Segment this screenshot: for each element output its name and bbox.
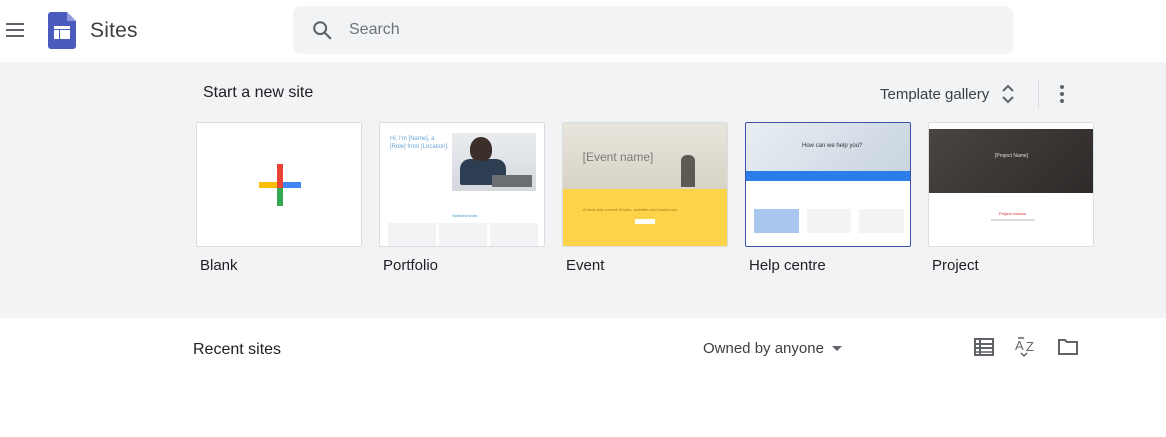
thumbnail-headline: Hi, I'm [Name], a [Role] from [Location]… (390, 136, 449, 150)
template-name[interactable]: Event (566, 257, 604, 274)
search-box[interactable] (293, 6, 1013, 54)
app-title[interactable]: Sites (90, 19, 138, 43)
recent-sites-title: Recent sites (193, 341, 282, 358)
folder-icon[interactable] (1056, 336, 1080, 358)
thumbnail-banner: A three-day summit of talks, activities … (563, 189, 727, 246)
sort-az-icon[interactable]: A Z (1014, 336, 1038, 358)
thumbnail-person-head (470, 137, 492, 161)
divider (1038, 79, 1039, 109)
template-thumbnail[interactable]: [Event name] A three-day summit of talks… (562, 122, 728, 247)
arrow-drop-down-icon (831, 345, 842, 351)
thumbnail-headline: How can we help you? (802, 143, 863, 149)
template-name[interactable]: Portfolio (383, 257, 438, 274)
thumbnail-text-line (991, 219, 1035, 221)
template-section: Start a new site Template gallery Blank … (0, 62, 1166, 318)
list-view-icon[interactable] (972, 336, 996, 358)
unfold-more-icon (1002, 84, 1014, 104)
thumbnail-headline: [Project Name] (995, 153, 1029, 159)
google-sites-logo[interactable] (48, 12, 76, 49)
thumbnail-label: Selected work (452, 213, 478, 218)
template-thumbnail[interactable]: Hi, I'm [Name], a [Role] from [Location]… (379, 122, 545, 247)
thumbnail-tagline: A three-day summit of talks, activities … (583, 207, 677, 212)
hamburger-menu-icon[interactable] (4, 20, 26, 40)
template-project[interactable]: [Project Name] Project mission Project (928, 122, 1094, 274)
owner-filter-label: Owned by anyone (703, 339, 824, 357)
thumbnail-hero (929, 129, 1093, 193)
template-blank[interactable]: Blank (196, 122, 362, 274)
template-gallery-toggle[interactable]: Template gallery (880, 82, 1015, 106)
thumbnail-cards (388, 223, 538, 246)
thumbnail-cards (754, 209, 905, 233)
top-app-bar: Sites (0, 0, 1166, 62)
template-thumbnail[interactable] (196, 122, 362, 247)
search-input[interactable] (349, 18, 989, 42)
template-gallery-label: Template gallery (880, 85, 990, 103)
svg-text:Z: Z (1026, 339, 1034, 354)
search-icon[interactable] (311, 19, 333, 41)
thumbnail-section: Project mission (999, 211, 1027, 216)
svg-text:A: A (1015, 338, 1024, 353)
template-thumbnail[interactable]: [Project Name] Project mission (928, 122, 1094, 247)
section-title: Start a new site (203, 84, 314, 101)
template-help-centre[interactable]: How can we help you? Help centre (745, 122, 911, 274)
more-vert-icon[interactable] (1052, 82, 1072, 106)
thumbnail-laptop (492, 175, 532, 187)
owner-filter-dropdown[interactable]: Owned by anyone (703, 338, 842, 358)
template-portfolio[interactable]: Hi, I'm [Name], a [Role] from [Location]… (379, 122, 545, 274)
template-name[interactable]: Project (932, 257, 979, 274)
template-name[interactable]: Blank (200, 257, 238, 274)
thumbnail-headline: [Event name] (582, 150, 654, 164)
thumbnail-button (635, 219, 655, 224)
plus-icon (259, 164, 301, 206)
thumbnail-banner (746, 171, 910, 181)
template-name[interactable]: Help centre (749, 257, 826, 274)
template-thumbnail[interactable]: How can we help you? (745, 122, 911, 247)
template-event[interactable]: [Event name] A three-day summit of talks… (562, 122, 728, 274)
thumbnail-person (681, 155, 695, 187)
